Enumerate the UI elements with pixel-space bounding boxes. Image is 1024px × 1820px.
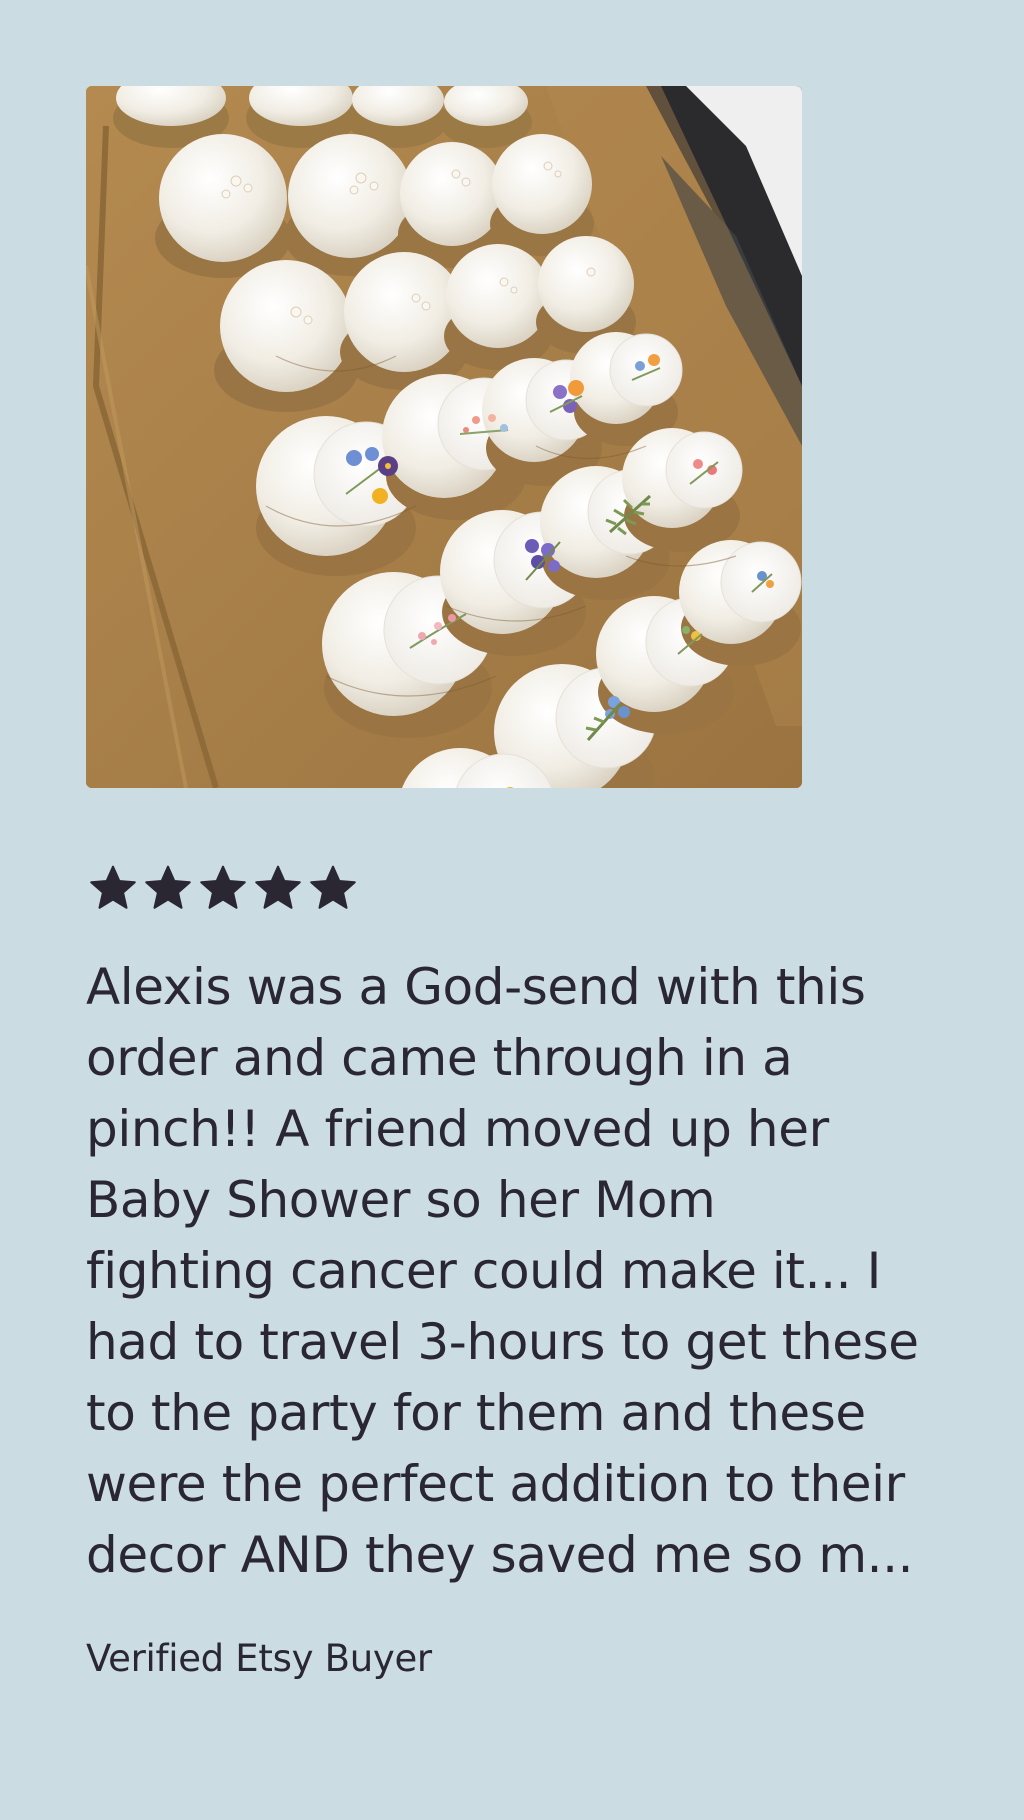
review-card: Alexis was a God-send with this order an… <box>86 86 956 1680</box>
star-icon <box>145 865 191 909</box>
star-rating <box>86 862 956 914</box>
star-icon <box>90 865 136 909</box>
cupcakes-photo-image <box>86 86 802 788</box>
reviewer-name: Verified Etsy Buyer <box>86 1637 432 1680</box>
star-icon <box>255 865 301 909</box>
star-icon <box>310 865 356 909</box>
star-icon <box>200 865 246 909</box>
review-photo[interactable] <box>86 86 802 788</box>
review-text[interactable]: Alexis was a God-send with this order an… <box>86 952 956 1591</box>
